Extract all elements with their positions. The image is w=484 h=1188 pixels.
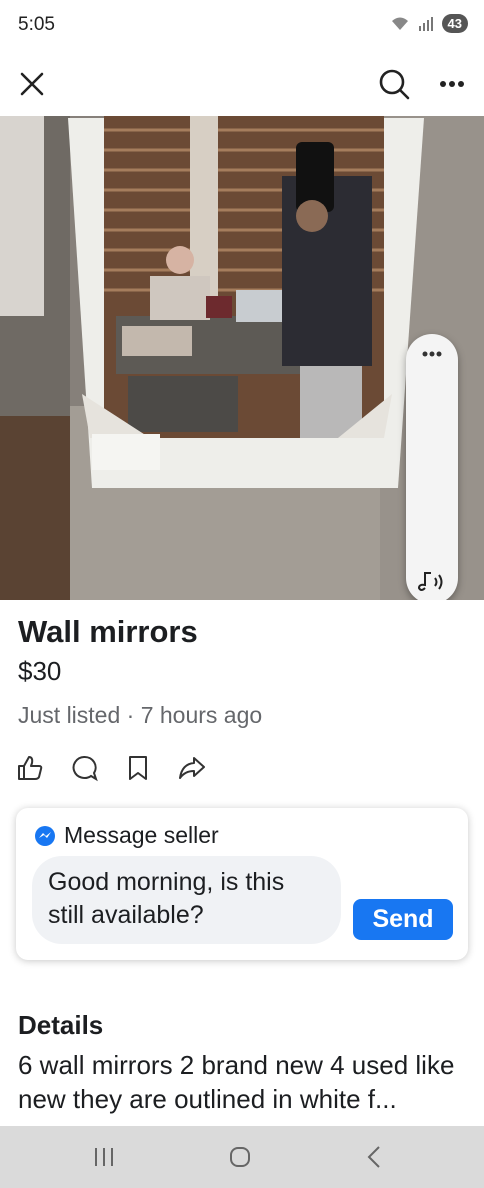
like-icon[interactable] [16, 754, 44, 782]
listing-posted-time: Just listed · 7 hours ago [18, 702, 263, 728]
message-seller-label: Message seller [64, 822, 219, 848]
more-dots-icon [422, 351, 442, 357]
more-button[interactable] [430, 62, 474, 106]
home-icon [230, 1147, 250, 1167]
battery-indicator: 43 [441, 14, 468, 33]
details-heading: Details [18, 1010, 104, 1040]
top-bar [0, 52, 484, 116]
signal-icon [418, 16, 433, 31]
search-icon [379, 69, 410, 100]
status-bar: 5:05 43 [0, 0, 484, 52]
share-icon[interactable] [178, 754, 206, 782]
message-input[interactable]: Good morning, is this still available? [32, 856, 341, 944]
close-button[interactable] [10, 62, 54, 106]
message-seller-header: Message seller [34, 822, 219, 849]
listing-title: Wall mirrors [18, 614, 198, 649]
more-icon [440, 81, 464, 87]
recents-icon [95, 1148, 113, 1166]
search-button[interactable] [372, 62, 416, 106]
photo-scroll-handle[interactable] [406, 334, 458, 600]
status-time: 5:05 [18, 14, 55, 35]
details-text: 6 wall mirrors 2 brand new 4 used like n… [18, 1050, 455, 1114]
listing-price: $30 [18, 656, 62, 686]
sound-icon[interactable] [417, 570, 447, 594]
comment-icon[interactable] [70, 754, 98, 782]
send-button[interactable]: Send [353, 899, 453, 940]
close-icon [20, 72, 44, 96]
back-button[interactable] [352, 1142, 396, 1172]
listing-photo[interactable] [0, 116, 484, 600]
messenger-icon [35, 825, 55, 846]
message-seller-card: Message seller Good morning, is this sti… [16, 808, 468, 960]
message-draft-text[interactable]: Good morning, is this still available? [48, 866, 318, 932]
wifi-icon [391, 17, 408, 30]
system-nav-bar [0, 1126, 484, 1188]
recents-button[interactable] [82, 1142, 126, 1172]
home-button[interactable] [218, 1142, 262, 1172]
back-icon [367, 1146, 380, 1168]
save-icon[interactable] [124, 754, 152, 782]
action-bar [16, 754, 206, 782]
status-icons: 43 [390, 14, 468, 33]
